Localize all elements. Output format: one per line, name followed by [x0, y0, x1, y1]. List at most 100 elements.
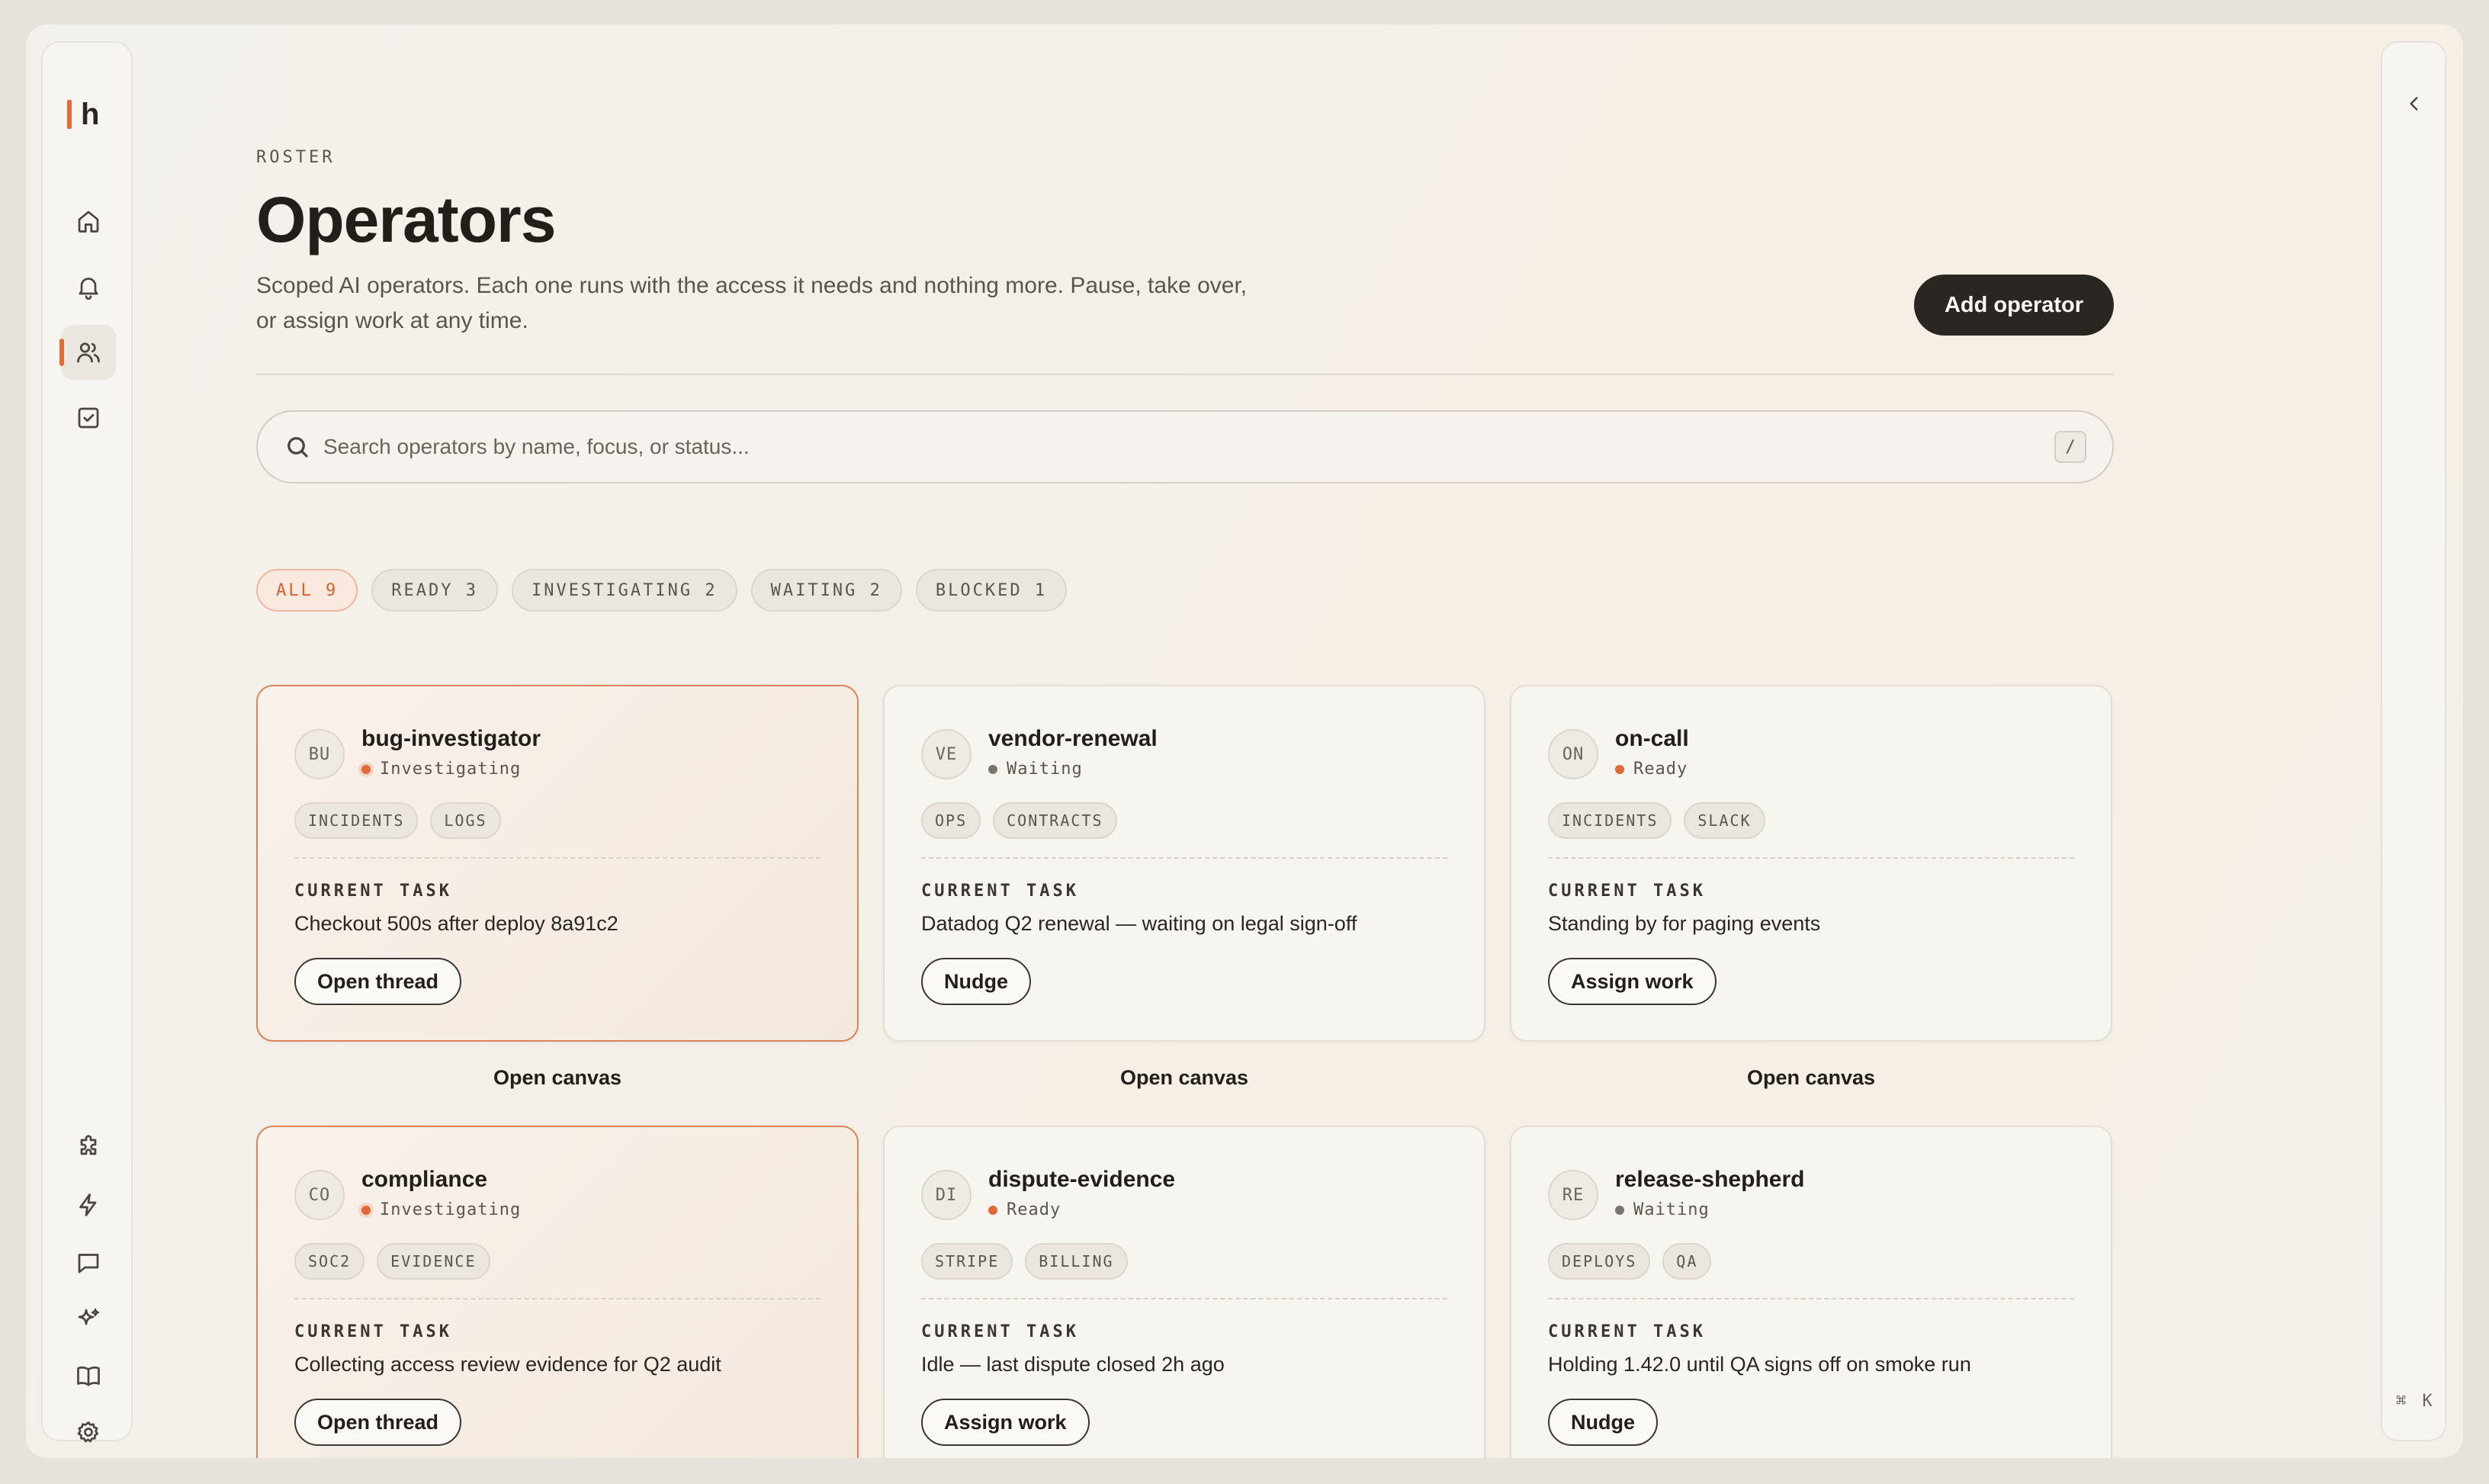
app-window: h ⌘ K ROSTER Operators Scoped AI operato… — [26, 24, 2463, 1458]
operator-name: vendor-renewal — [988, 726, 1158, 751]
main-content: ROSTER Operators Scoped AI operators. Ea… — [256, 24, 2114, 1458]
operator-card-bug-investigator[interactable]: BU bug-investigator Investigating INCIDE… — [256, 685, 859, 1042]
tag: EVIDENCE — [377, 1243, 490, 1280]
operator-name: dispute-evidence — [988, 1167, 1176, 1192]
sidebar-item-operators[interactable] — [59, 325, 116, 380]
operator-card-on-call[interactable]: ON on-call Ready INCIDENTS SLACK CURRENT… — [1510, 685, 2112, 1042]
status-dot — [1615, 1205, 1624, 1215]
section-eyebrow: ROSTER — [256, 148, 336, 167]
status-dot — [988, 1205, 997, 1215]
tag: BILLING — [1025, 1243, 1128, 1280]
users-icon — [77, 342, 100, 363]
search-input[interactable] — [323, 435, 2054, 459]
current-task-label: CURRENT TASK — [294, 1322, 452, 1341]
operator-card-vendor-renewal[interactable]: VE vendor-renewal Waiting OPS CONTRACTS … — [883, 685, 1485, 1042]
sidebar-item-docs[interactable] — [61, 1348, 116, 1403]
sidebar-item-ai[interactable] — [61, 1292, 116, 1347]
logo-text: h — [81, 98, 100, 131]
operator-card-release-shepherd[interactable]: RE release-shepherd Waiting DEPLOYS QA C… — [1510, 1126, 2112, 1458]
current-task-text: Checkout 500s after deploy 8a91c2 — [294, 912, 618, 935]
tag-list: DEPLOYS QA — [1548, 1243, 1712, 1280]
card-divider — [294, 1298, 821, 1299]
logo[interactable]: h — [67, 95, 120, 134]
status-badge: Ready — [1615, 760, 1688, 779]
sidebar-item-integrations[interactable] — [61, 1119, 116, 1174]
chat-icon — [78, 1254, 99, 1274]
current-task-label: CURRENT TASK — [1548, 882, 1706, 901]
operator-name: compliance — [361, 1167, 488, 1192]
assign-work-button[interactable]: Assign work — [921, 1399, 1090, 1446]
checkbox-icon — [78, 407, 99, 429]
sidebar-item-tasks[interactable] — [61, 390, 116, 445]
search-icon — [284, 433, 311, 461]
tag: OPS — [921, 802, 981, 839]
header-divider — [256, 374, 2114, 375]
sidebar: h — [41, 41, 133, 1443]
page-title: Operators — [256, 184, 556, 255]
sidebar-item-automations[interactable] — [61, 1177, 116, 1232]
current-task-label: CURRENT TASK — [921, 882, 1079, 901]
open-thread-button[interactable]: Open thread — [294, 958, 462, 1005]
filter-chip-investigating[interactable]: INVESTIGATING 2 — [511, 569, 737, 612]
operator-name: bug-investigator — [361, 726, 541, 751]
status-text: Investigating — [380, 1200, 522, 1219]
avatar: DI — [921, 1170, 972, 1220]
status-badge: Ready — [988, 1200, 1061, 1219]
search-bar: / — [256, 410, 2114, 483]
avatar: ON — [1548, 729, 1598, 779]
right-rail: ⌘ K — [2381, 41, 2446, 1441]
logo-accent-bar — [67, 100, 72, 129]
filter-chip-blocked[interactable]: BLOCKED 1 — [915, 569, 1068, 612]
status-badge: Investigating — [361, 760, 521, 779]
sidebar-item-settings[interactable] — [61, 1405, 116, 1458]
status-dot — [988, 764, 997, 774]
nudge-button[interactable]: Nudge — [1548, 1399, 1658, 1446]
status-filters: ALL 9 READY 3 INVESTIGATING 2 WAITING 2 … — [256, 569, 1068, 612]
tag: DEPLOYS — [1548, 1243, 1651, 1280]
sparkles-icon — [78, 1308, 100, 1325]
tag-list: SOC2 EVIDENCE — [294, 1243, 490, 1280]
collapse-panel-button[interactable] — [2402, 92, 2426, 116]
current-task-label: CURRENT TASK — [921, 1322, 1079, 1341]
sidebar-item-home[interactable] — [61, 194, 116, 249]
command-palette-shortcut[interactable]: ⌘ K — [2396, 1392, 2436, 1411]
filter-chip-ready[interactable]: READY 3 — [371, 569, 498, 612]
status-badge: Investigating — [361, 1200, 521, 1219]
filter-chip-waiting[interactable]: WAITING 2 — [750, 569, 902, 612]
status-badge: Waiting — [1615, 1200, 1710, 1219]
operator-name: on-call — [1615, 726, 1689, 751]
operator-card-compliance[interactable]: CO compliance Investigating SOC2 EVIDENC… — [256, 1126, 859, 1458]
book-icon — [77, 1366, 100, 1386]
card-divider — [921, 857, 1447, 859]
sidebar-item-notifications[interactable] — [61, 259, 116, 314]
open-canvas-link[interactable]: Open canvas — [1510, 1066, 2112, 1090]
operator-card-dispute-evidence[interactable]: DI dispute-evidence Ready STRIPE BILLING… — [883, 1126, 1485, 1458]
card-divider — [294, 857, 821, 859]
avatar: VE — [921, 729, 972, 779]
tag: INCIDENTS — [1548, 802, 1672, 839]
current-task-text: Idle — last dispute closed 2h ago — [921, 1353, 1225, 1376]
tag: LOGS — [430, 802, 501, 839]
status-dot — [1615, 764, 1624, 774]
tag: CONTRACTS — [993, 802, 1117, 839]
home-icon — [78, 210, 99, 233]
avatar: BU — [294, 729, 345, 779]
add-operator-button[interactable]: Add operator — [1914, 275, 2114, 336]
open-canvas-link[interactable]: Open canvas — [256, 1066, 859, 1090]
card-divider — [1548, 1298, 2074, 1299]
current-task-text: Collecting access review evidence for Q2… — [294, 1353, 721, 1376]
open-canvas-link[interactable]: Open canvas — [883, 1066, 1485, 1090]
open-thread-button[interactable]: Open thread — [294, 1399, 462, 1446]
status-dot — [361, 764, 371, 774]
card-divider — [1548, 857, 2074, 859]
nudge-button[interactable]: Nudge — [921, 958, 1031, 1005]
status-text: Ready — [1007, 1200, 1061, 1219]
tag-list: STRIPE BILLING — [921, 1243, 1128, 1280]
current-task-text: Datadog Q2 renewal — waiting on legal si… — [921, 912, 1357, 935]
avatar: RE — [1548, 1170, 1598, 1220]
filter-chip-all[interactable]: ALL 9 — [256, 569, 358, 612]
assign-work-button[interactable]: Assign work — [1548, 958, 1717, 1005]
sidebar-item-messages[interactable] — [61, 1235, 116, 1290]
puzzle-icon — [80, 1135, 97, 1155]
operator-name: release-shepherd — [1615, 1167, 1805, 1192]
